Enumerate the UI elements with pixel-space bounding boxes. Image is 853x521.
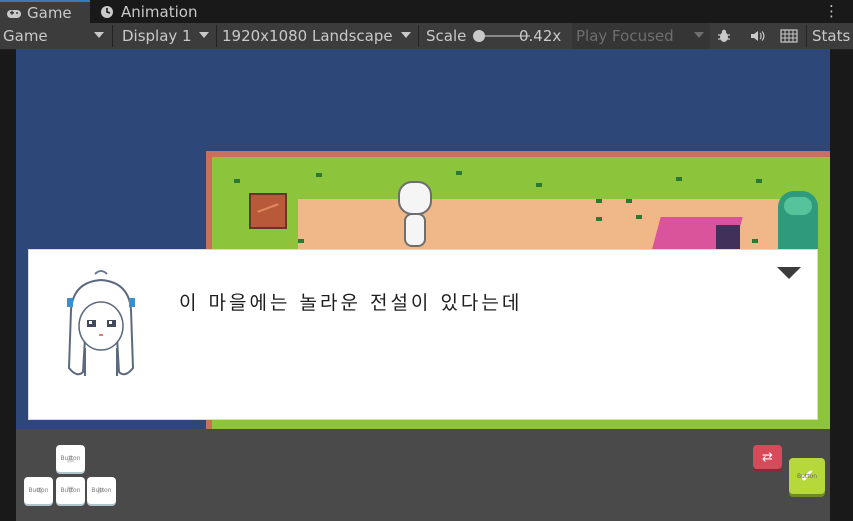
grass-tuft [316,173,322,177]
scale-control: Scale 0.42x [420,23,570,49]
tab-animation-label: Animation [121,2,198,21]
toolbar-divider [112,25,113,47]
game-view-dropdown[interactable]: Game [0,23,110,49]
grass-tuft [596,199,602,203]
swap-arrows-icon: ⇄ [762,449,773,465]
toolbar-divider [418,25,419,47]
chevron-down-icon [401,32,411,38]
chevron-down-icon [199,32,209,38]
display-dropdown-label: Display 1 [122,27,192,45]
grass-tuft [596,217,602,221]
resolution-dropdown-label: 1920x1080 Landscape [222,27,393,45]
tab-game-label: Game [27,3,72,22]
dpad-down-button[interactable]: ▼ Button [56,477,85,504]
scale-slider-handle[interactable] [473,30,485,42]
clock-icon [100,5,116,19]
tab-animation[interactable]: Animation [94,0,204,23]
character-portrait [59,268,143,386]
grass-tuft [234,179,240,183]
game-toolbar: Game Display 1 1920x1080 Landscape Scale… [0,23,853,50]
dpad-right-button[interactable]: ▶ Button [87,477,116,504]
grass-tuft [752,239,758,243]
grass-tuft [536,183,542,187]
grass-tuft [676,177,682,181]
dpad-right-label: Button [91,487,112,494]
speaker-icon[interactable] [746,26,768,46]
grass-tuft [636,215,642,219]
stats-label: Stats [812,27,851,45]
dialogue-box[interactable]: 이 마을에는 놀라운 전설이 있다는데 [28,249,818,420]
toolbar-divider [806,25,807,47]
grid-icon[interactable] [778,26,800,46]
confirm-button[interactable]: ✔ Button [789,458,825,494]
gamepad-icon [6,6,22,20]
dpad-down-label: Button [60,487,81,494]
tab-bar: Game Animation ⋮ [0,0,853,23]
game-view-dropdown-label: Game [3,27,48,45]
grass-tuft [756,179,762,183]
more-options-icon[interactable]: ⋮ [824,2,839,20]
dpad-up-button[interactable]: ▲ Button [56,445,85,472]
resolution-dropdown[interactable]: 1920x1080 Landscape [217,23,417,49]
chevron-down-icon [94,32,104,38]
wooden-crate [249,193,287,229]
player-character [396,181,434,251]
stats-button[interactable]: Stats [812,23,850,49]
play-mode-label: Play Focused [576,27,674,45]
tree [778,191,818,253]
character-body [404,213,426,247]
tab-game[interactable]: Game [0,0,90,23]
dialogue-text: 이 마을에는 놀라운 전설이 있다는데 [179,292,523,314]
dpad-left-button[interactable]: ◀ Button [24,477,53,504]
play-mode-dropdown[interactable]: Play Focused [572,23,710,49]
chevron-down-icon [694,32,704,38]
scale-label: Scale [426,27,467,45]
scale-value: 0.42x [519,27,562,45]
dpad-up-label: Button [60,455,81,462]
bug-icon[interactable] [713,26,735,46]
dpad-left-label: Button [28,487,49,494]
confirm-label: Button [796,472,818,480]
ui-bottom-band [16,429,830,521]
swap-button[interactable]: ⇄ [753,445,782,469]
grass-tuft [456,171,462,175]
character-head [398,181,432,215]
continue-arrow-icon[interactable] [777,267,801,279]
grass-tuft [626,199,632,203]
display-dropdown[interactable]: Display 1 [114,23,215,49]
grass-tuft [298,239,304,243]
